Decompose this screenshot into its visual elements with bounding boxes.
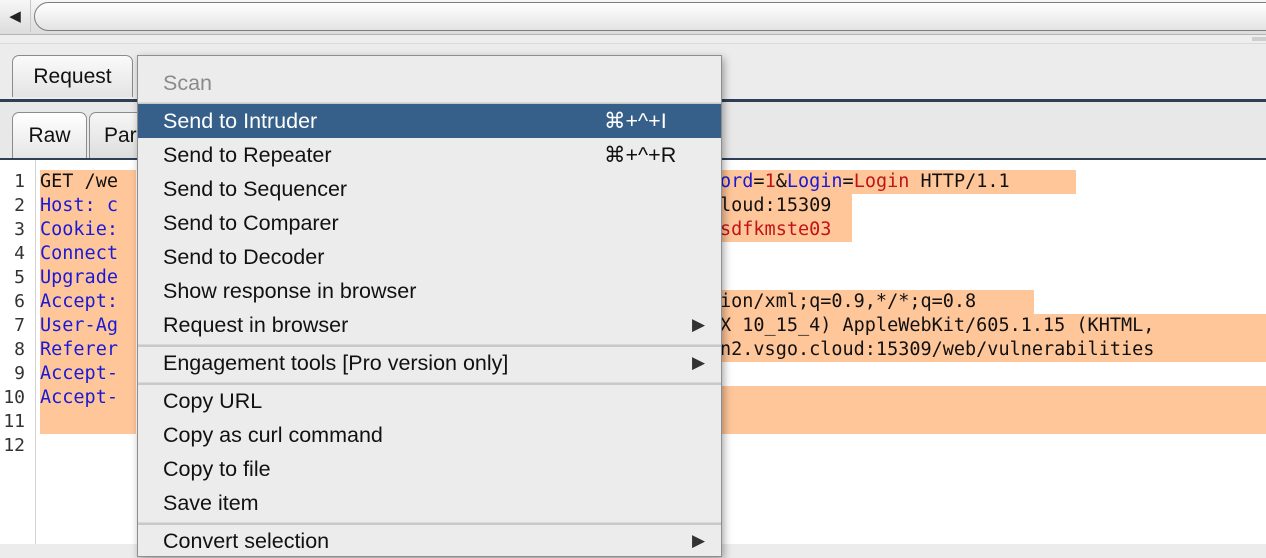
header-name: Host: c (40, 194, 136, 218)
code-text: = (842, 171, 854, 192)
line-number: 5 (14, 267, 25, 288)
menu-item-label: Engagement tools [Pro version only] (163, 350, 509, 375)
menu-item-request-in-browser[interactable]: Request in browser ▶ (138, 308, 721, 342)
line-number: 11 (3, 411, 25, 432)
submenu-arrow-icon: ▶ (692, 531, 706, 550)
header-value: X 10_15_4) AppleWebKit/605.1.15 (KHTML, (720, 314, 1266, 338)
line-number: 8 (14, 339, 25, 360)
line-number: 6 (14, 291, 25, 312)
pane-splitter[interactable] (0, 35, 1266, 44)
code-text: GET /we (40, 171, 118, 192)
tab-raw[interactable]: Raw (12, 112, 87, 158)
submenu-arrow-icon: ▶ (692, 353, 706, 372)
line-number: 10 (3, 387, 25, 408)
menu-item-label: Scan (163, 70, 213, 95)
menu-item-copy-url[interactable]: Copy URL (138, 384, 721, 418)
header-value: loud:15309 (720, 194, 852, 218)
line-number: 3 (14, 219, 25, 240)
menu-item-label: Copy URL (163, 388, 263, 413)
selection-highlight (40, 410, 136, 434)
header-name: Accept: (40, 290, 136, 314)
shortcut-label: ⌘+^+R (604, 142, 677, 167)
menu-item-label: Save item (163, 490, 259, 515)
header-name: Upgrade (40, 266, 136, 290)
shortcut-label: ⌘+^+I (604, 108, 667, 133)
menu-item-copy-to-file[interactable]: Copy to file (138, 452, 721, 486)
menu-item-label: Send to Decoder (163, 244, 325, 269)
menu-item-label: Copy as curl command (163, 422, 383, 447)
line-number: 2 (14, 195, 25, 216)
menu-item-copy-as-curl[interactable]: Copy as curl command (138, 418, 721, 452)
header-name: Accept- (40, 362, 136, 386)
line-number: 4 (14, 243, 25, 264)
header-name: Connect (40, 242, 136, 266)
param-name: ord (720, 171, 754, 192)
menu-item-send-to-comparer[interactable]: Send to Comparer (138, 206, 721, 240)
menu-item-send-to-repeater[interactable]: Send to Repeater ⌘+^+R (138, 138, 721, 172)
line-number-gutter: 1 2 3 4 5 6 7 8 9 10 11 12 (0, 160, 36, 544)
menu-item-engagement-tools[interactable]: Engagement tools [Pro version only] ▶ (138, 346, 721, 380)
code-text: HTTP/1.1 (909, 171, 1010, 192)
menu-item-save-item[interactable]: Save item (138, 486, 721, 520)
scrollbar-thumb[interactable] (34, 2, 1266, 31)
splitter-grip[interactable] (1252, 37, 1266, 41)
menu-item-scan: Scan (138, 66, 721, 100)
menu-item-show-response-in-browser[interactable]: Show response in browser (138, 274, 721, 308)
request-line-left: GET /we (40, 170, 136, 194)
menu-item-label: Send to Comparer (163, 210, 339, 235)
submenu-arrow-icon: ▶ (692, 315, 706, 334)
header-name: Accept- (40, 386, 136, 410)
line-number: 12 (3, 435, 25, 456)
param-name: Login (786, 171, 843, 192)
menu-item-label: Request in browser (163, 312, 349, 337)
header-name: Cookie: (40, 218, 136, 242)
menu-item-label: Copy to file (163, 456, 271, 481)
menu-item-label: Send to Sequencer (163, 176, 348, 201)
menu-item-send-to-decoder[interactable]: Send to Decoder (138, 240, 721, 274)
header-name: Referer (40, 338, 136, 362)
tab-request[interactable]: Request (12, 55, 133, 97)
line-number: 1 (14, 171, 25, 192)
selection-highlight (720, 386, 1266, 434)
menu-item-label: Show response in browser (163, 278, 417, 303)
param-value: 1 (764, 171, 776, 192)
code-text: & (775, 171, 787, 192)
menu-item-send-to-sequencer[interactable]: Send to Sequencer (138, 172, 721, 206)
context-menu: Scan Send to Intruder ⌘+^+I Send to Repea… (137, 55, 722, 557)
line-number: 9 (14, 363, 25, 384)
menu-item-label: Send to Intruder (163, 108, 318, 133)
request-line-right: ord=1&Login=Login HTTP/1.1 (720, 170, 1076, 194)
param-value: Login (853, 171, 910, 192)
header-value: n2.vsgo.cloud:15309/web/vulnerabilities (720, 338, 1266, 362)
horizontal-scrollbar[interactable]: ◀ (0, 0, 1266, 35)
code-text: = (753, 171, 765, 192)
line-number: 7 (14, 315, 25, 336)
menu-item-convert-selection[interactable]: Convert selection ▶ (138, 524, 721, 558)
scroll-left-arrow-icon[interactable]: ◀ (0, 0, 31, 32)
menu-item-send-to-intruder[interactable]: Send to Intruder ⌘+^+I (138, 104, 721, 138)
cookie-value: sdfkmste03 (720, 218, 852, 242)
menu-item-label: Send to Repeater (163, 142, 332, 167)
menu-item-label: Convert selection (163, 528, 330, 553)
header-name: User-Ag (40, 314, 136, 338)
header-value: ion/xml;q=0.9,*/*;q=0.8 (720, 290, 1034, 314)
